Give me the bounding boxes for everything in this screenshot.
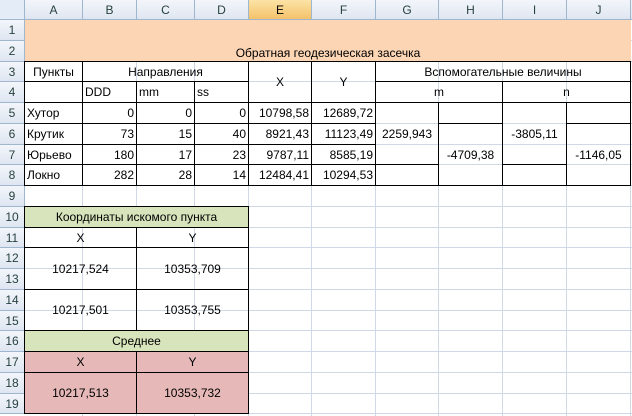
column-header-g[interactable]: G (376, 0, 439, 20)
row-header-5[interactable]: 5 (0, 103, 25, 124)
cell-c12-d13[interactable]: 10353,709 (136, 247, 249, 290)
cell-c6[interactable]: 15 (136, 123, 195, 145)
cell-d8[interactable]: 14 (194, 164, 249, 186)
row-header-19[interactable]: 19 (0, 394, 25, 414)
cell-i4-j4[interactable]: n (502, 81, 631, 103)
column-header-c[interactable]: C (137, 0, 195, 20)
row-header-2[interactable]: 2 (0, 41, 25, 62)
column-header-b[interactable]: B (83, 0, 137, 20)
column-header-j[interactable]: J (567, 0, 631, 20)
cell-c7[interactable]: 17 (136, 144, 195, 165)
cell-d4[interactable]: ss (194, 81, 249, 103)
cell-e8[interactable]: 12484,41 (248, 164, 312, 186)
cell-d6[interactable]: 40 (194, 123, 249, 145)
cell-a16-d16[interactable]: Среднее (24, 330, 249, 352)
cell-f3-f4[interactable]: Y (311, 61, 376, 103)
cell-c5[interactable]: 0 (136, 102, 195, 124)
cell-a4[interactable] (24, 81, 83, 103)
cell-g3-j3[interactable]: Вспомогательные величины (375, 61, 631, 82)
cell-b6[interactable]: 73 (82, 123, 137, 145)
cell-a11-b11[interactable]: X (24, 227, 137, 248)
row-header-11[interactable]: 11 (0, 228, 25, 248)
row-header-18[interactable]: 18 (0, 373, 25, 394)
select-all-button[interactable] (0, 0, 25, 20)
cell-h5[interactable] (438, 102, 503, 124)
cell-a10-d10[interactable]: Координаты искомого пункта (24, 206, 249, 228)
cell-a14-b15[interactable]: 10217,501 (24, 289, 137, 331)
cell-a7[interactable]: Юрьево (24, 144, 83, 165)
cell-f7[interactable]: 8585,19 (311, 144, 376, 165)
cell-c8[interactable]: 28 (136, 164, 195, 186)
row-header-9[interactable]: 9 (0, 186, 25, 207)
row-header-3[interactable]: 3 (0, 62, 25, 82)
spreadsheet-grid[interactable]: A B C D E F G H I J 1 2 3 4 5 6 7 8 9 10 11 12 13 14 15 16 17 18 19 О… (0, 0, 632, 416)
cell-i8[interactable] (502, 164, 567, 186)
cell-a18-b19[interactable]: 10217,513 (24, 372, 137, 414)
cell-d5[interactable]: 0 (194, 102, 249, 124)
cell-g8[interactable] (375, 164, 439, 186)
row-header-4[interactable]: 4 (0, 82, 25, 103)
cell-b5[interactable]: 0 (82, 102, 137, 124)
cell-a17-b17[interactable]: X (24, 351, 137, 373)
cell-b8[interactable]: 282 (82, 164, 137, 186)
row-header-8[interactable]: 8 (0, 165, 25, 186)
cell-c11-d11[interactable]: Y (136, 227, 249, 248)
cell-a8[interactable]: Локно (24, 164, 83, 186)
cell-j5[interactable] (566, 102, 631, 124)
cell-e3-e4[interactable]: X (248, 61, 312, 103)
column-header-a[interactable]: A (25, 0, 83, 20)
cell-d7[interactable]: 23 (194, 144, 249, 165)
cell-a6[interactable]: Крутик (24, 123, 83, 145)
column-header-d[interactable]: D (195, 0, 249, 20)
column-header-h[interactable]: H (439, 0, 503, 20)
cell-a12-b13[interactable]: 10217,524 (24, 247, 137, 290)
cell-c4[interactable]: mm (136, 81, 195, 103)
row-header-13[interactable]: 13 (0, 269, 25, 290)
cell-f5[interactable]: 12689,72 (311, 102, 376, 124)
row-header-14[interactable]: 14 (0, 290, 25, 311)
cell-g5-g7[interactable]: 2259,943 (375, 102, 439, 165)
cell-a5[interactable]: Хутор (24, 102, 83, 124)
row-header-12[interactable]: 12 (0, 248, 25, 269)
cell-i5-i7[interactable]: -3805,11 (502, 102, 567, 165)
cell-e6[interactable]: 8921,43 (248, 123, 312, 145)
cell-b4[interactable]: DDD (82, 81, 137, 103)
cell-b7[interactable]: 180 (82, 144, 137, 165)
cell-c14-d15[interactable]: 10353,755 (136, 289, 249, 331)
row-header-17[interactable]: 17 (0, 352, 25, 373)
cell-b3-d3[interactable]: Направления (82, 61, 249, 82)
cell-c18-d19[interactable]: 10353,732 (136, 372, 249, 414)
cell-c17-d17[interactable]: Y (136, 351, 249, 373)
row-header-15[interactable]: 15 (0, 311, 25, 331)
row-header-1[interactable]: 1 (0, 20, 25, 41)
cell-a1-j2[interactable]: Обратная геодезическая засечка (25, 20, 631, 62)
row-header-7[interactable]: 7 (0, 145, 25, 165)
cell-e7[interactable]: 9787,11 (248, 144, 312, 165)
cell-f8[interactable]: 10294,53 (311, 164, 376, 186)
row-header-10[interactable]: 10 (0, 207, 25, 228)
row-header-6[interactable]: 6 (0, 124, 25, 145)
cell-e5[interactable]: 10798,58 (248, 102, 312, 124)
cell-h6-h8[interactable]: -4709,38 (438, 123, 503, 186)
column-header-e[interactable]: E (249, 0, 312, 20)
column-header-i[interactable]: I (503, 0, 567, 20)
cell-f6[interactable]: 11123,49 (311, 123, 376, 145)
cell-g4-h4[interactable]: m (375, 81, 503, 103)
cell-a3[interactable]: Пункты (24, 61, 83, 82)
column-header-f[interactable]: F (312, 0, 376, 20)
row-header-16[interactable]: 16 (0, 331, 25, 352)
cell-j6-j8[interactable]: -1146,05 (566, 123, 631, 186)
